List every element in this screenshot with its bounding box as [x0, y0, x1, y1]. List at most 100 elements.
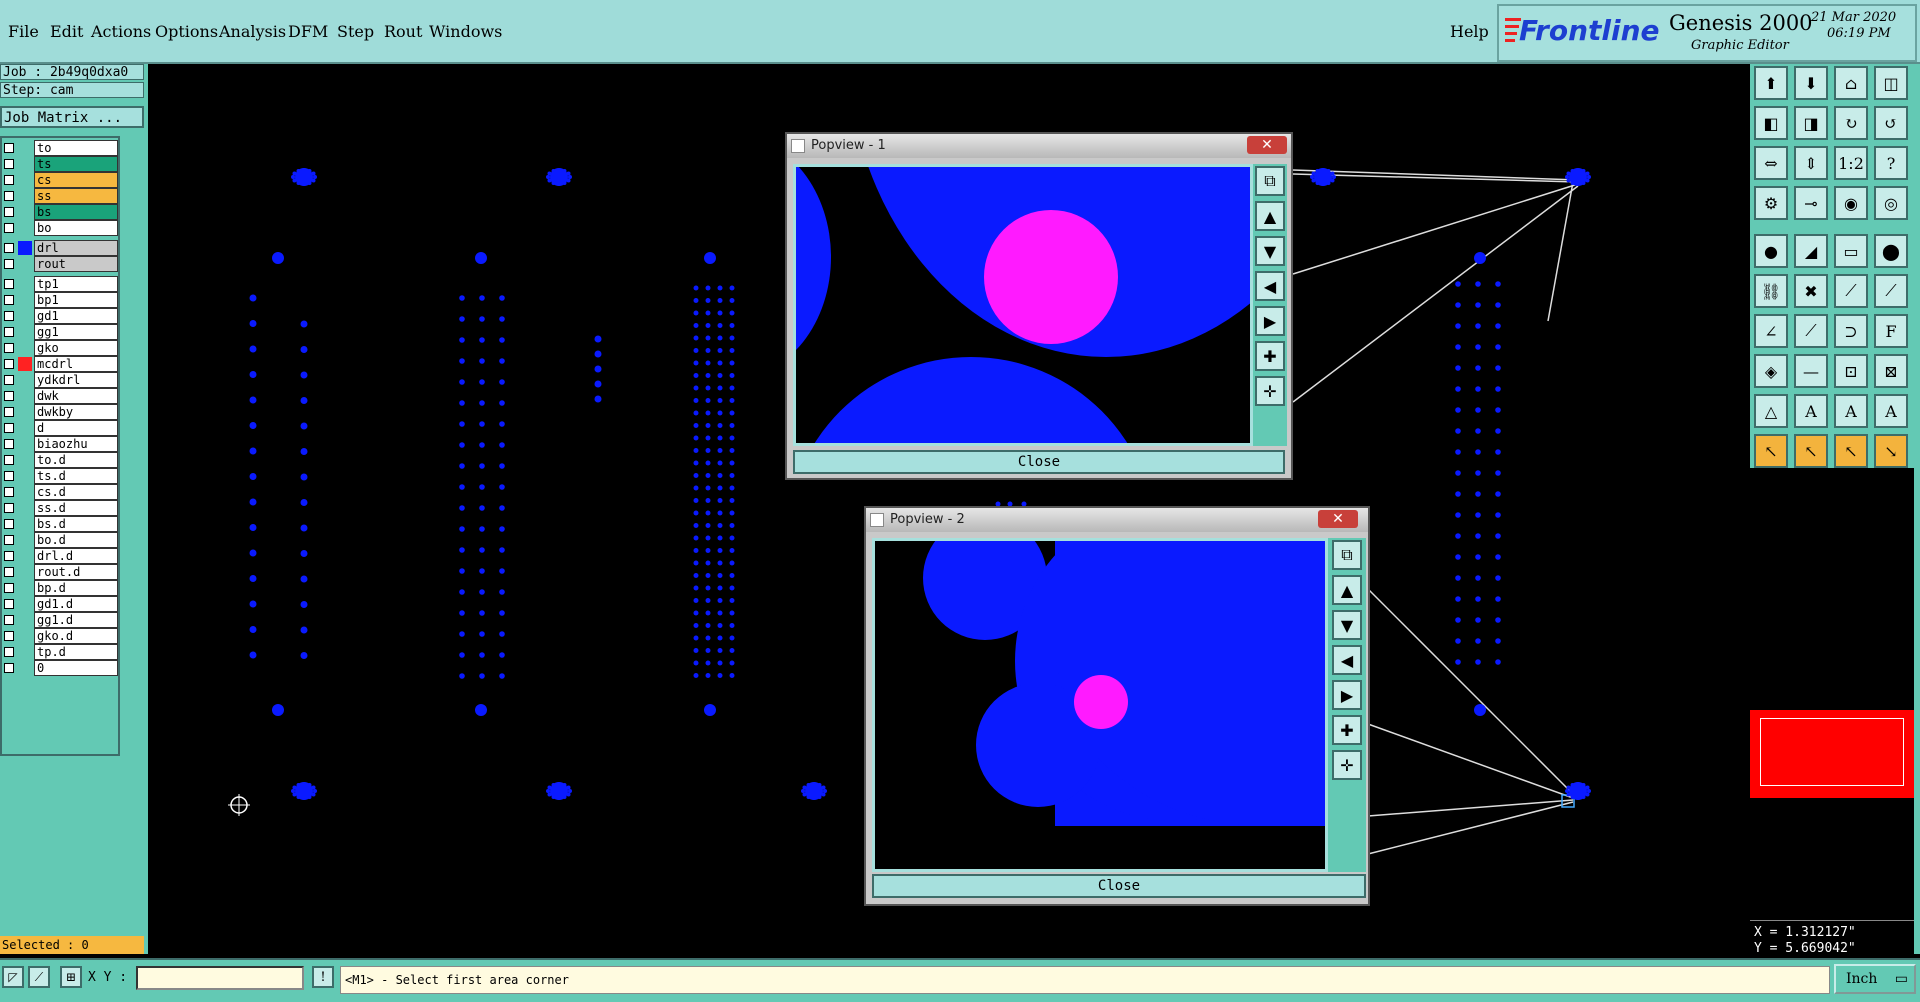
left-icon[interactable]: ◧ [1754, 106, 1788, 140]
layer-checkbox[interactable] [4, 143, 14, 153]
layer-row[interactable]: bo.d [2, 532, 120, 548]
cross-icon[interactable]: ✖ [1794, 274, 1828, 308]
layer-name[interactable]: ts.d [34, 468, 118, 484]
strip-icon[interactable]: ▭ [1834, 234, 1868, 268]
layer-name[interactable]: ts [34, 156, 118, 172]
layer-row[interactable]: bs [2, 204, 120, 220]
layer-name[interactable]: bo [34, 220, 118, 236]
menu-edit[interactable]: Edit [50, 22, 83, 41]
layer-name[interactable]: dwk [34, 388, 118, 404]
layer-checkbox[interactable] [4, 391, 14, 401]
popview-2-close-x[interactable]: ✕ [1318, 510, 1358, 528]
layer-name[interactable]: rout.d [34, 564, 118, 580]
layer-row[interactable]: ss [2, 188, 120, 204]
arc-icon[interactable]: ⊃ [1834, 314, 1868, 348]
home-icon[interactable]: ⌂ [1834, 66, 1868, 100]
info-icon[interactable]: ! [312, 966, 334, 988]
layer-checkbox[interactable] [4, 191, 14, 201]
arch-2-icon[interactable]: A [1834, 394, 1868, 428]
pointer-2-icon[interactable]: ↖ [1794, 434, 1828, 468]
layer-checkbox[interactable] [4, 375, 14, 385]
popview-pan-down-icon[interactable]: ▼ [1255, 236, 1285, 266]
pointer-3-icon[interactable]: ↖ [1834, 434, 1868, 468]
menu-options[interactable]: Options [155, 22, 218, 41]
move-down-icon[interactable]: ⬇ [1794, 66, 1828, 100]
layer-checkbox[interactable] [4, 223, 14, 233]
layer-row[interactable]: cs [2, 172, 120, 188]
fit-vertical-icon[interactable]: ⇕ [1794, 146, 1828, 180]
layer-row[interactable]: to [2, 140, 120, 156]
layer-checkbox[interactable] [4, 535, 14, 545]
layer-name[interactable]: biaozhu [34, 436, 118, 452]
layer-row[interactable]: rout [2, 256, 120, 272]
layer-row[interactable]: cs.d [2, 484, 120, 500]
fit-horizontal-icon[interactable]: ⇔ [1754, 146, 1788, 180]
layer-name[interactable]: ss.d [34, 500, 118, 516]
link-icon[interactable]: ⛓ [1754, 274, 1788, 308]
ring-icon[interactable]: ◎ [1874, 186, 1908, 220]
help-icon[interactable]: ? [1874, 146, 1908, 180]
popview-1-close-x[interactable]: ✕ [1247, 136, 1287, 154]
box-2-icon[interactable]: ⊠ [1874, 354, 1908, 388]
popview-zoom-in-icon[interactable]: ✚ [1332, 715, 1362, 745]
layer-name[interactable]: ydkdrl [34, 372, 118, 388]
layer-row[interactable]: mcdrl [2, 356, 120, 372]
layer-checkbox[interactable] [4, 519, 14, 529]
layer-name[interactable]: tp.d [34, 644, 118, 660]
layer-row[interactable]: bp.d [2, 580, 120, 596]
layer-row[interactable]: ydkdrl [2, 372, 120, 388]
popview-zoom-out-icon[interactable]: ✛ [1332, 750, 1362, 780]
layer-row[interactable]: drl [2, 240, 120, 256]
layer-checkbox[interactable] [4, 175, 14, 185]
layer-checkbox[interactable] [4, 407, 14, 417]
select-tool-icon[interactable]: ◸ [2, 966, 24, 988]
layer-row[interactable]: ss.d [2, 500, 120, 516]
layer-checkbox[interactable] [4, 311, 14, 321]
layer-name[interactable]: cs [34, 172, 118, 188]
menu-step[interactable]: Step [337, 22, 374, 41]
edge-icon[interactable]: ⟋ [1834, 274, 1868, 308]
popview-zoom-icon[interactable]: ⧉ [1255, 166, 1285, 196]
popview-pan-right-icon[interactable]: ▶ [1255, 306, 1285, 336]
layer-checkbox[interactable] [4, 423, 14, 433]
layer-row[interactable]: gd1 [2, 308, 120, 324]
layer-name[interactable]: tp1 [34, 276, 118, 292]
layer-row[interactable]: rout.d [2, 564, 120, 580]
layer-checkbox[interactable] [4, 503, 14, 513]
layer-row[interactable]: to.d [2, 452, 120, 468]
layer-checkbox[interactable] [4, 327, 14, 337]
popview-zoom-in-icon[interactable]: ✚ [1255, 341, 1285, 371]
popview-pan-right-icon[interactable]: ▶ [1332, 680, 1362, 710]
grid-tool-icon[interactable]: ⊞ [60, 966, 82, 988]
layer-checkbox[interactable] [4, 279, 14, 289]
layer-row[interactable]: gko.d [2, 628, 120, 644]
layer-row[interactable]: ts.d [2, 468, 120, 484]
menu-actions[interactable]: Actions [91, 22, 151, 41]
fill-icon[interactable]: F [1874, 314, 1908, 348]
layer-name[interactable]: bo.d [34, 532, 118, 548]
layer-name[interactable]: gko [34, 340, 118, 356]
overview-board[interactable] [1750, 710, 1914, 798]
layer-name[interactable]: gko.d [34, 628, 118, 644]
layer-row[interactable]: drl.d [2, 548, 120, 564]
layer-name[interactable]: ss [34, 188, 118, 204]
slope-icon[interactable]: ⟋ [1794, 314, 1828, 348]
layer-checkbox[interactable] [4, 487, 14, 497]
line-draw-icon[interactable]: ◢ [1794, 234, 1828, 268]
target-icon[interactable]: ◉ [1834, 186, 1868, 220]
layer-name[interactable]: mcdrl [34, 356, 118, 372]
right-icon[interactable]: ◨ [1794, 106, 1828, 140]
popview-pan-up-icon[interactable]: ▲ [1255, 201, 1285, 231]
layer-checkbox[interactable] [4, 343, 14, 353]
box-icon[interactable]: ⊡ [1834, 354, 1868, 388]
popview-2-close-button[interactable]: Close [872, 874, 1366, 898]
popview-zoom-icon[interactable]: ⧉ [1332, 540, 1362, 570]
layer-name[interactable]: dwkby [34, 404, 118, 420]
redo-icon[interactable]: ↻ [1834, 106, 1868, 140]
dot-icon[interactable]: ⬤ [1874, 234, 1908, 268]
layer-name[interactable]: to.d [34, 452, 118, 468]
layer-checkbox[interactable] [4, 359, 14, 369]
undo-icon[interactable]: ↺ [1874, 106, 1908, 140]
layer-row[interactable]: gg1 [2, 324, 120, 340]
layer-checkbox[interactable] [4, 207, 14, 217]
